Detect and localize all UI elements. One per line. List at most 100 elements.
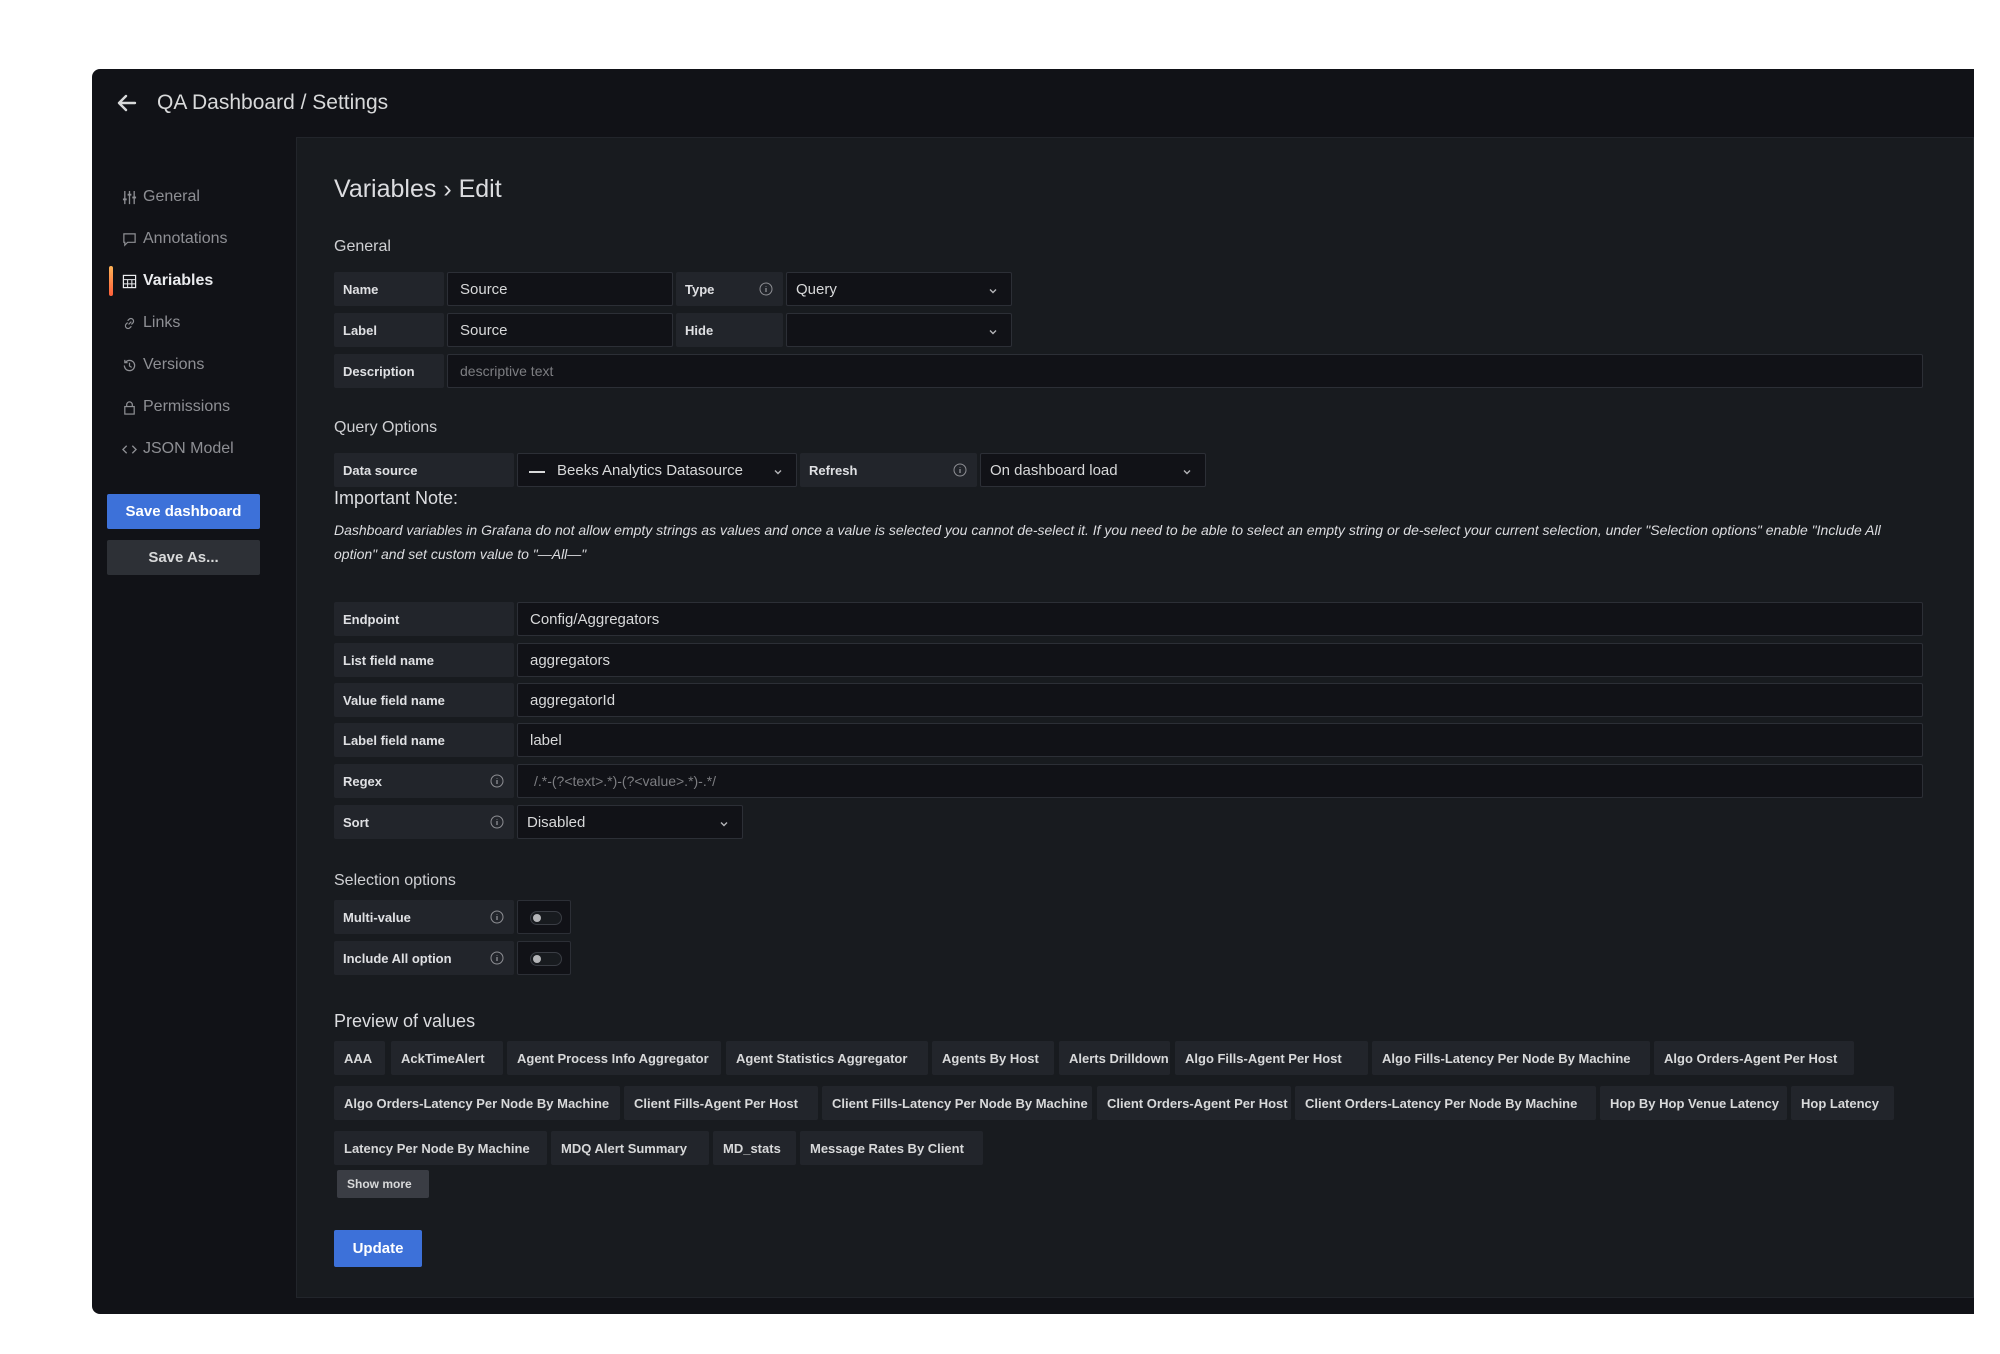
preview-chip: Latency Per Node By Machine	[334, 1131, 547, 1165]
preview-chip: AAA	[334, 1041, 385, 1075]
preview-chip: Algo Orders-Agent Per Host	[1654, 1041, 1854, 1075]
info-icon[interactable]	[490, 815, 504, 832]
info-icon[interactable]	[490, 910, 504, 927]
refresh-label-text: Refresh	[809, 462, 858, 478]
multi-value-label-text: Multi-value	[343, 909, 411, 925]
label-label: Label	[334, 313, 444, 347]
save-as-button[interactable]: Save As...	[107, 540, 260, 575]
datasource-logo-icon	[529, 462, 545, 479]
preview-chip: Agents By Host	[932, 1041, 1054, 1075]
regex-input[interactable]: /.*-(?<text>.*)-(?<value>.*)-.*/	[517, 764, 1923, 798]
name-label: Name	[334, 272, 444, 306]
refresh-select-value: On dashboard load	[990, 461, 1118, 479]
preview-chip: AckTimeAlert	[391, 1041, 503, 1075]
list-field-name-input[interactable]: aggregators	[517, 643, 1923, 677]
type-select[interactable]: Query	[786, 272, 1012, 306]
sidebar-item-label: General	[143, 188, 200, 205]
preview-chip: Agent Process Info Aggregator	[507, 1041, 721, 1075]
toggle-knob	[533, 955, 541, 963]
sidebar-item-variables[interactable]: Variables	[109, 263, 296, 299]
info-icon[interactable]	[490, 774, 504, 791]
sort-label: Sort	[334, 805, 514, 839]
code-icon	[121, 441, 137, 457]
hide-select[interactable]	[786, 313, 1012, 347]
sidebar-item-json-model[interactable]: JSON Model	[109, 431, 296, 467]
toggle-track	[530, 952, 562, 966]
refresh-label: Refresh	[800, 453, 977, 487]
preview-chip: Hop By Hop Venue Latency	[1600, 1086, 1787, 1120]
section-selection-options-title: Selection options	[334, 872, 456, 889]
include-all-option-toggle[interactable]	[517, 941, 571, 975]
type-label: Type	[676, 272, 783, 306]
sidebar-item-general[interactable]: General	[109, 179, 296, 215]
sliders-icon	[121, 189, 137, 205]
label-input[interactable]: Source	[447, 313, 673, 347]
history-icon	[121, 357, 137, 373]
description-input[interactable]: descriptive text	[447, 354, 1923, 388]
preview-chip: Client Fills-Latency Per Node By Machine	[822, 1086, 1092, 1120]
regex-label-text: Regex	[343, 773, 383, 789]
include-all-option-label: Include All option	[334, 941, 514, 975]
endpoint-label: Endpoint	[334, 602, 514, 636]
toggle-track	[530, 911, 562, 925]
datasource-select[interactable]: Beeks Analytics Datasource	[517, 453, 797, 487]
name-input[interactable]: Source	[447, 272, 673, 306]
list-field-name-label: List field name	[334, 643, 514, 677]
include-all-label-text: Include All option	[343, 950, 452, 966]
type-label-text: Type	[685, 281, 715, 297]
refresh-select[interactable]: On dashboard load	[980, 453, 1206, 487]
section-general-title: General	[334, 238, 391, 255]
label-field-name-input[interactable]: label	[517, 723, 1923, 757]
update-button[interactable]: Update	[334, 1230, 422, 1267]
preview-chip: Client Orders-Agent Per Host	[1097, 1086, 1291, 1120]
show-more-button[interactable]: Show more	[337, 1170, 429, 1198]
sort-select-value: Disabled	[527, 813, 586, 831]
sidebar-item-label: Versions	[143, 356, 205, 373]
preview-chip: Agent Statistics Aggregator	[726, 1041, 928, 1075]
calculator-icon	[121, 273, 137, 289]
value-field-name-input[interactable]: aggregatorId	[517, 683, 1923, 717]
sidebar-item-label: Annotations	[143, 230, 228, 247]
label-field-name-label: Label field name	[334, 723, 514, 757]
preview-chip: Hop Latency	[1791, 1086, 1894, 1120]
preview-chip: Client Fills-Agent Per Host	[624, 1086, 818, 1120]
preview-chip: MDQ Alert Summary	[551, 1131, 709, 1165]
save-dashboard-button[interactable]: Save dashboard	[107, 494, 260, 529]
sort-select[interactable]: Disabled	[517, 805, 743, 839]
datasource-select-value: Beeks Analytics Datasource	[557, 461, 743, 479]
chevron-down-icon	[1181, 465, 1193, 482]
value-field-name-label: Value field name	[334, 683, 514, 717]
type-select-value: Query	[796, 280, 837, 298]
preview-chip: Algo Fills-Latency Per Node By Machine	[1372, 1041, 1650, 1075]
description-label: Description	[334, 354, 444, 388]
link-icon	[121, 315, 137, 331]
info-icon[interactable]	[759, 282, 773, 299]
sidebar-item-label: JSON Model	[143, 440, 234, 457]
section-query-options-title: Query Options	[334, 419, 438, 436]
endpoint-input[interactable]: Config/Aggregators	[517, 602, 1923, 636]
multi-value-toggle[interactable]	[517, 900, 571, 934]
preview-chip: Algo Fills-Agent Per Host	[1175, 1041, 1368, 1075]
sidebar-item-links[interactable]: Links	[109, 305, 296, 341]
info-icon[interactable]	[490, 951, 504, 968]
important-note-body: Dashboard variables in Grafana do not al…	[334, 522, 1881, 562]
settings-window: QA Dashboard / Settings General Annotati…	[92, 69, 1974, 1314]
page-title: Variables › Edit	[334, 175, 502, 203]
top-header: QA Dashboard / Settings	[92, 69, 1974, 137]
hide-label: Hide	[676, 313, 783, 347]
preview-chip: Algo Orders-Latency Per Node By Machine	[334, 1086, 620, 1120]
sidebar-item-annotations[interactable]: Annotations	[109, 221, 296, 257]
important-note-title: Important Note:	[334, 488, 459, 508]
lock-icon	[121, 399, 137, 415]
variable-edit-panel: Variables › Edit General Name Source Typ…	[296, 137, 1974, 1298]
sort-label-text: Sort	[343, 814, 369, 830]
sidebar-item-permissions[interactable]: Permissions	[109, 389, 296, 425]
chevron-down-icon	[987, 284, 999, 301]
back-arrow-icon[interactable]	[112, 88, 142, 118]
chevron-down-icon	[987, 325, 999, 342]
sidebar-item-versions[interactable]: Versions	[109, 347, 296, 383]
info-icon[interactable]	[953, 463, 967, 480]
sidebar-item-label: Links	[143, 314, 181, 331]
datasource-label: Data source	[334, 453, 514, 487]
comment-icon	[121, 231, 137, 247]
